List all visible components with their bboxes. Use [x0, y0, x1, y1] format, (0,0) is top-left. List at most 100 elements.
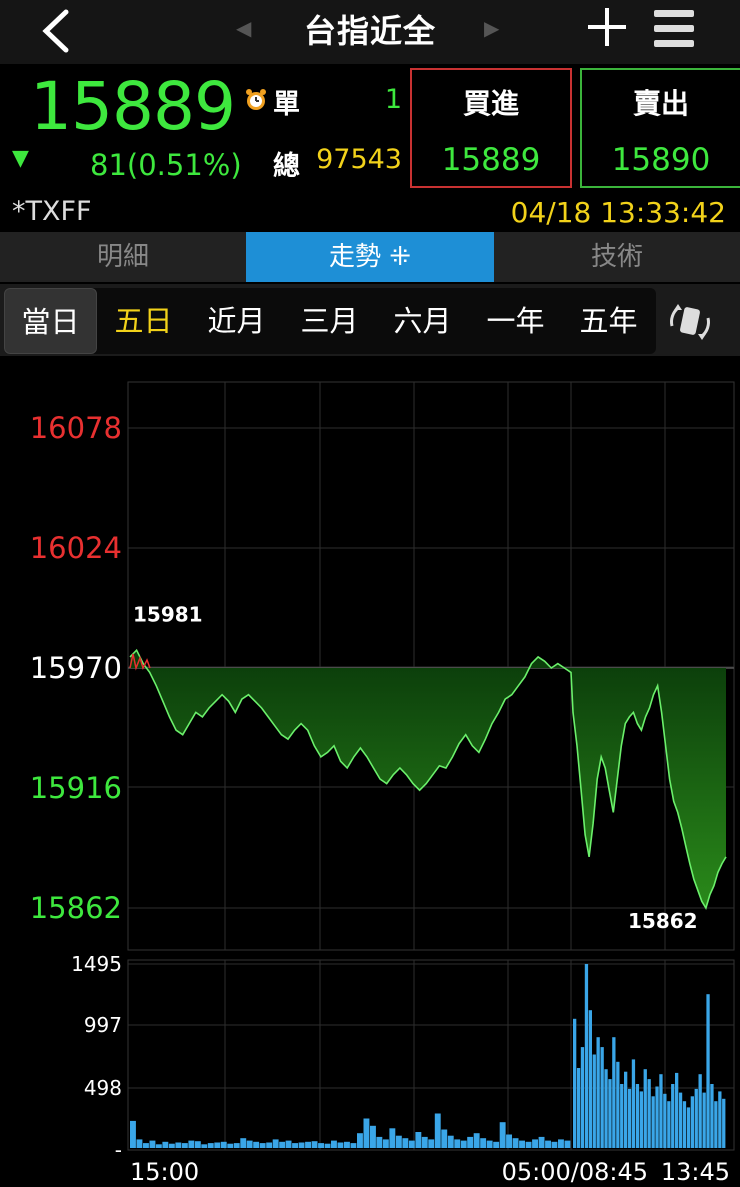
- volume-bar: [305, 1141, 311, 1148]
- volume-bar: [337, 1142, 344, 1148]
- volume-bar: [272, 1139, 279, 1148]
- volume-bar: [130, 1120, 136, 1148]
- trend-chart[interactable]: 16078 16024 15970 15916 15862 15981 15862 1495 9…: [0, 360, 740, 1187]
- tab-trend[interactable]: 走勢 ⁜: [246, 232, 494, 282]
- volume-bar: [220, 1141, 227, 1148]
- volume-bar: [558, 1139, 564, 1148]
- next-contract-icon[interactable]: ▶: [484, 16, 499, 40]
- volume-bar: [525, 1141, 532, 1148]
- volume-bar: [486, 1140, 493, 1148]
- contract-symbol: *TXFF: [12, 196, 92, 227]
- range-1year[interactable]: 一年: [469, 288, 562, 354]
- price-tick-label: 15862: [30, 891, 122, 925]
- volume-bar: [532, 1139, 538, 1148]
- volume-bar: [538, 1136, 545, 1148]
- volume-tick-label: -: [115, 1138, 122, 1162]
- time-axis-label: 05:00/08:45: [502, 1158, 648, 1186]
- volume-bar: [421, 1136, 428, 1148]
- volume-bar: [350, 1143, 357, 1148]
- volume-bar: [460, 1140, 467, 1148]
- volume-bar: [545, 1140, 551, 1148]
- price-area: [129, 648, 727, 910]
- volume-bar: [370, 1125, 376, 1148]
- volume-bar: [678, 1092, 683, 1148]
- last-price: 15889: [30, 68, 236, 145]
- buy-price: 15889: [441, 142, 541, 178]
- volume-panel-frame: [127, 959, 735, 1151]
- price-change: 81(0.51%): [90, 148, 242, 182]
- menu-button[interactable]: [652, 8, 698, 54]
- range-1month[interactable]: 近月: [190, 288, 283, 354]
- sell-button[interactable]: 賣出 15890: [580, 68, 740, 188]
- sell-price: 15890: [611, 142, 711, 178]
- volume-bar: [573, 1018, 577, 1148]
- volume-bar: [434, 1113, 441, 1148]
- volume-bar: [592, 1054, 596, 1148]
- add-button[interactable]: [584, 4, 630, 50]
- volume-bar: [659, 1074, 663, 1148]
- total-volume-value: 97543: [316, 144, 402, 175]
- rotate-screen-icon[interactable]: [668, 300, 712, 344]
- volume-bar: [480, 1138, 487, 1148]
- volume-bar: [620, 1084, 624, 1148]
- buy-button[interactable]: 買進 15889: [410, 68, 572, 188]
- volume-bar: [584, 964, 589, 1148]
- volume-tick-label: 498: [84, 1076, 122, 1100]
- range-5day[interactable]: 五日: [97, 288, 190, 354]
- volume-bar: [454, 1139, 461, 1148]
- range-today[interactable]: 當日: [4, 288, 97, 354]
- range-6month[interactable]: 六月: [376, 288, 469, 354]
- volume-bar: [580, 1047, 585, 1148]
- tab-technical[interactable]: 技術: [494, 232, 740, 282]
- single-volume-label: 單: [273, 89, 300, 120]
- volume-bar: [663, 1093, 667, 1148]
- price-panel-frame: [127, 381, 735, 951]
- volume-bar: [473, 1133, 480, 1148]
- volume-bar: [357, 1133, 363, 1148]
- volume-bar: [499, 1122, 506, 1148]
- price-tick-label: 15916: [30, 771, 122, 805]
- alarm-clock-icon[interactable]: [244, 88, 268, 112]
- sell-label: 賣出: [632, 87, 689, 120]
- view-tabs: 明細 走勢 ⁜ 技術: [0, 232, 740, 282]
- volume-bar: [168, 1143, 175, 1148]
- volume-bar: [428, 1139, 435, 1148]
- volume-bar: [441, 1129, 448, 1148]
- range-5year[interactable]: 五年: [562, 288, 655, 354]
- volume-bar: [718, 1091, 722, 1148]
- volume-bar: [194, 1141, 201, 1148]
- volume-bar: [675, 1072, 679, 1148]
- volume-bar: [292, 1143, 298, 1148]
- volume-bar: [298, 1142, 305, 1148]
- prev-contract-icon[interactable]: ◀: [236, 16, 251, 40]
- volume-bar: [266, 1142, 273, 1148]
- hamburger-icon: [654, 10, 694, 47]
- volume-bar: [694, 1088, 698, 1148]
- low-annotation: 15862: [628, 909, 698, 933]
- volume-bar: [415, 1132, 422, 1148]
- volume-bar: [698, 1074, 702, 1148]
- plus-icon: [588, 8, 626, 46]
- volume-bar: [616, 1061, 620, 1148]
- volume-bar: [576, 1068, 581, 1148]
- volume-bar: [671, 1084, 675, 1148]
- volume-bar: [714, 1101, 718, 1148]
- volume-bar: [551, 1141, 558, 1148]
- volume-bar: [382, 1139, 389, 1148]
- high-annotation: 15981: [133, 603, 203, 627]
- tab-details[interactable]: 明細: [0, 232, 246, 282]
- down-triangle-icon: ▼: [12, 146, 29, 171]
- volume-bar: [651, 1096, 655, 1148]
- volume-bar: [344, 1141, 350, 1148]
- volume-tick-label: 1495: [71, 952, 122, 976]
- time-axis-label: 13:45: [661, 1158, 730, 1186]
- volume-bar: [285, 1140, 292, 1148]
- volume-bar: [376, 1136, 383, 1148]
- volume-bar: [608, 1079, 612, 1148]
- volume-bar: [175, 1142, 182, 1148]
- range-3month[interactable]: 三月: [283, 288, 376, 354]
- buy-label: 買進: [462, 87, 519, 120]
- volume-bar: [188, 1140, 195, 1148]
- volume-bar: [635, 1084, 640, 1148]
- volume-bar: [493, 1141, 500, 1148]
